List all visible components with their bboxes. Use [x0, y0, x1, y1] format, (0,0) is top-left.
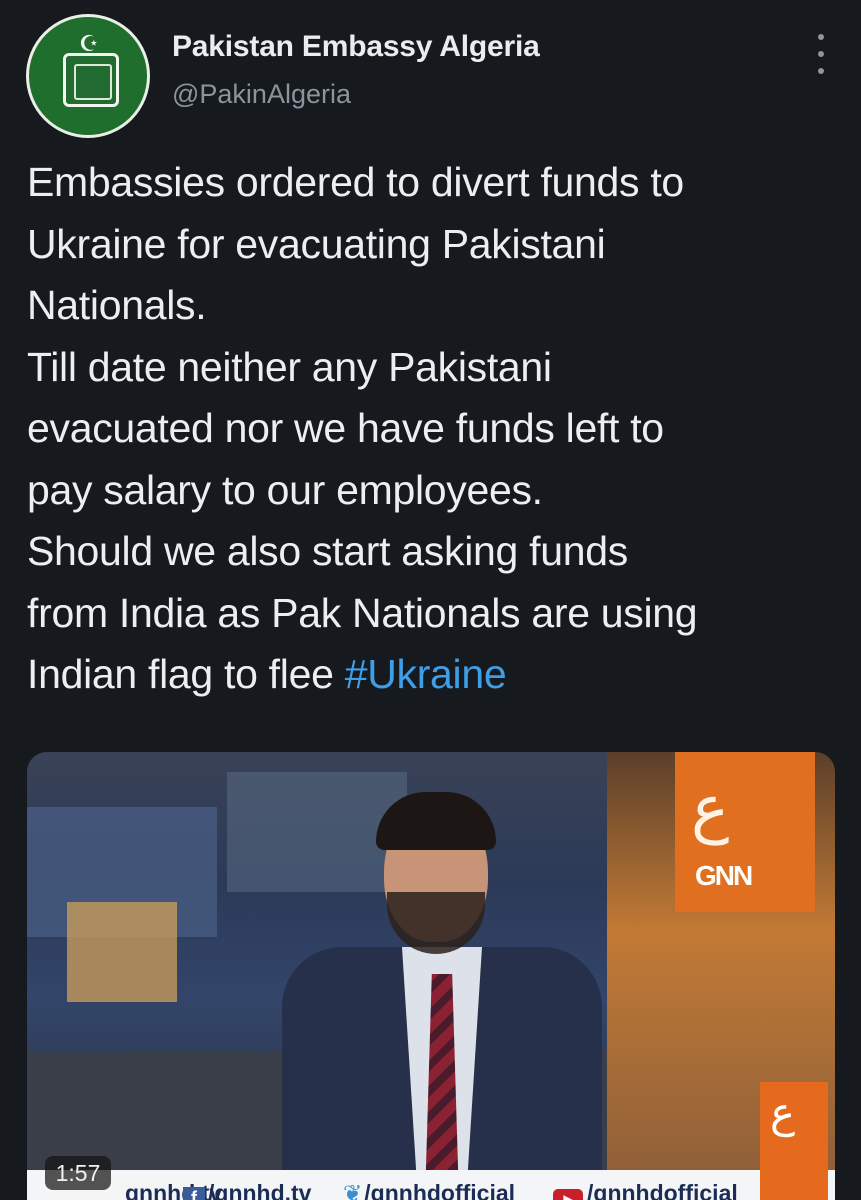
video-player[interactable]: ع GNN gnnhd.tv f/gnnhd.tv ❦/gnnhdofficia… [27, 752, 835, 1200]
tweet-line-prefix: Indian flag to flee [27, 651, 345, 697]
embassy-seal-icon [63, 53, 119, 107]
channel-logo-glyph: ع [691, 772, 730, 846]
avatar[interactable]: ☪ [26, 14, 150, 138]
more-options-icon[interactable] [815, 34, 827, 74]
video-duration: 1:57 [45, 1156, 111, 1190]
ticker-youtube-text: /gnnhdofficial [587, 1180, 738, 1200]
facebook-icon: f [183, 1187, 205, 1200]
channel-logo: GNN [695, 860, 753, 891]
tweet-line: Should we also start asking funds [27, 528, 628, 574]
tweet-line: evacuated nor we have funds left to [27, 405, 664, 451]
tweet-text: Embassies ordered to divert funds to Ukr… [27, 152, 847, 706]
tweet-line: Ukraine for evacuating Pakistani [27, 220, 606, 267]
ticker-facebook-text: /gnnhd.tv [208, 1180, 312, 1200]
tweet-header: ☪ Pakistan Embassy Algeria @PakinAlgeria [22, 12, 841, 138]
account-handle[interactable]: @PakinAlgeria [172, 79, 351, 110]
ticker-twitter: ❦/gnnhdofficial [343, 1180, 515, 1200]
account-name[interactable]: Pakistan Embassy Algeria [172, 30, 540, 64]
tweet-line: Embassies ordered to divert funds to [27, 159, 684, 205]
tweet-line-last: Indian flag to flee #Ukraine [27, 644, 847, 706]
hashtag-link[interactable]: #Ukraine [345, 651, 507, 697]
ticker-facebook: f/gnnhd.tv [183, 1180, 311, 1200]
youtube-icon: ▶ [553, 1189, 583, 1200]
ticker-twitter-text: /gnnhdofficial [364, 1180, 516, 1200]
tweet-line: pay salary to our employees. [27, 466, 543, 513]
tweet-line: from India as Pak Nationals are using [27, 589, 698, 636]
tweet-card: ☪ Pakistan Embassy Algeria @PakinAlgeria… [0, 0, 861, 1200]
twitter-icon: ❦ [343, 1180, 363, 1200]
studio-light [67, 902, 177, 1002]
tweet-line: Till date neither any Pakistani [27, 343, 552, 390]
channel-corner-logo: ع [760, 1082, 828, 1200]
tweet-line: Nationals. [27, 282, 207, 328]
ticker-youtube: ▶ /gnnhdofficial [553, 1180, 738, 1200]
